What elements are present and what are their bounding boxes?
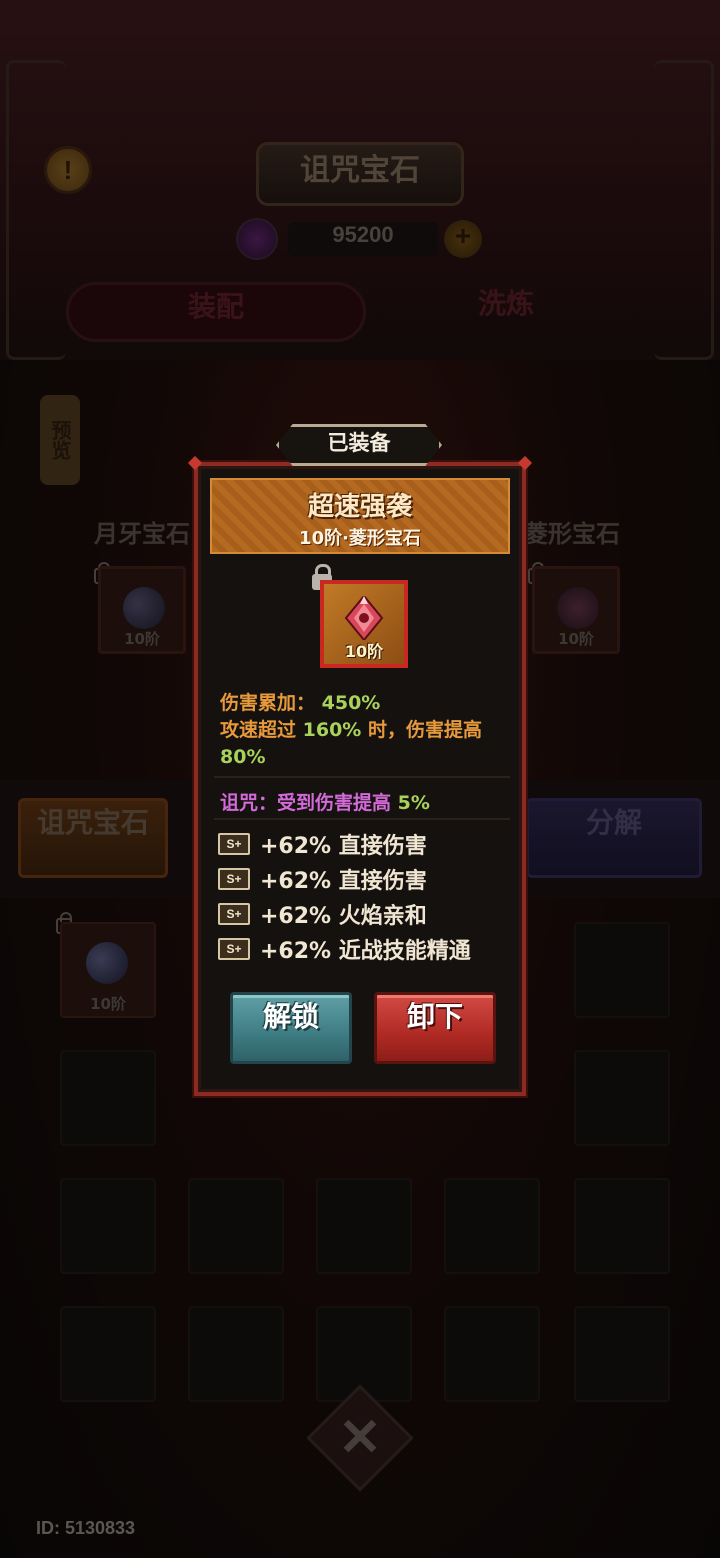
gem-detail-modal: 超速强袭 10阶·菱形宝石 10阶 伤害累加： 450% 攻速超过 160% 时… <box>194 462 526 1096</box>
attack-speed-line: 攻速超过 160% 时，伤害提高 80% <box>220 717 512 771</box>
affix-item: S+ +62% 近战技能精通 <box>218 933 508 968</box>
gem-icon-slot: 10阶 <box>320 580 408 668</box>
attack-speed-threshold: 160% <box>302 719 362 741</box>
affix-text: +62% 近战技能精通 <box>260 939 471 964</box>
unequip-button[interactable]: 卸下 <box>374 992 496 1064</box>
affix-item: S+ +62% 火焰亲和 <box>218 898 508 933</box>
grade-badge: S+ <box>218 938 250 960</box>
gem-stats: 伤害累加： 450% 攻速超过 160% 时，伤害提高 80% <box>220 690 512 771</box>
affix-item: S+ +62% 直接伤害 <box>218 863 508 898</box>
gem-name-plate: 超速强袭 10阶·菱形宝石 <box>210 478 510 554</box>
affix-text: +62% 直接伤害 <box>260 834 427 859</box>
grade-badge: S+ <box>218 868 250 890</box>
grade-badge: S+ <box>218 903 250 925</box>
curse-label: 诅咒：受到伤害提高 <box>220 792 392 814</box>
gem-name: 超速强袭 <box>307 492 412 522</box>
affix-list: S+ +62% 直接伤害 S+ +62% 直接伤害 S+ +62% 火焰亲和 S… <box>218 828 508 968</box>
affix-text: +62% 直接伤害 <box>260 869 427 894</box>
attack-speed-suffix: 时，伤害提高 <box>367 719 482 741</box>
affix-text: +62% 火焰亲和 <box>260 904 427 929</box>
gem-tier: 10阶 <box>344 642 384 661</box>
damage-stack-label: 伤害累加： <box>220 692 316 714</box>
curse-effect: 诅咒：受到伤害提高 5% <box>220 788 430 815</box>
gem-subtitle: 10阶·菱形宝石 <box>299 528 421 549</box>
attack-speed-bonus: 80% <box>220 746 266 768</box>
equipped-status-tag: 已装备 <box>276 424 442 466</box>
damage-stack-value: 450% <box>321 692 381 714</box>
unlock-button[interactable]: 解锁 <box>230 992 352 1064</box>
attack-speed-prefix: 攻速超过 <box>220 719 297 741</box>
damage-stack-line: 伤害累加： 450% <box>220 690 512 717</box>
rhombus-gem-icon <box>344 596 384 640</box>
affix-item: S+ +62% 直接伤害 <box>218 828 508 863</box>
divider <box>214 776 510 778</box>
curse-value: 5% <box>397 792 430 814</box>
divider <box>214 818 510 820</box>
grade-badge: S+ <box>218 833 250 855</box>
